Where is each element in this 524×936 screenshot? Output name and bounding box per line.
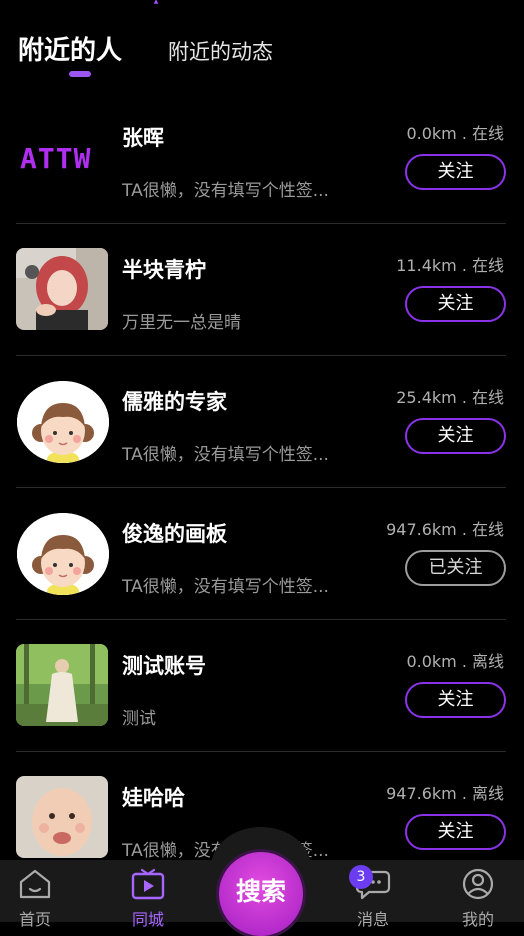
user-name: 半块青柠	[122, 258, 206, 282]
follow-button[interactable]: 关注	[405, 286, 506, 322]
user-signature: TA很懒，没有填写个性签...	[122, 577, 329, 597]
tab-nearby-posts[interactable]: 附近的动态	[168, 36, 273, 66]
search-button[interactable]: 搜索	[219, 852, 303, 936]
tab-nearby-people[interactable]: 附近的人	[18, 30, 122, 67]
avatar[interactable]	[16, 248, 108, 330]
photo-baby	[16, 776, 108, 858]
follow-button[interactable]: 关注	[405, 814, 506, 850]
list-item[interactable]: 半块青柠 万里无一总是晴 11.4km . 在线 关注	[0, 224, 524, 356]
list-item[interactable]: 测试账号 测试 0.0km . 离线 关注	[0, 620, 524, 752]
list-item[interactable]: 儒雅的专家 TA很懒，没有填写个性签... 25.4km . 在线 关注	[0, 356, 524, 488]
list-item[interactable]: ATTW 张晖 TA很懒，没有填写个性签... 0.0km . 在线 关注	[0, 92, 524, 224]
user-signature: TA很懒，没有填写个性签...	[122, 445, 329, 465]
distance-status: 0.0km . 离线	[406, 652, 504, 671]
avatar[interactable]	[16, 776, 108, 858]
distance-status: 947.6km . 在线	[386, 520, 504, 539]
home-icon	[19, 869, 51, 899]
user-name: 张晖	[122, 126, 164, 150]
list-item[interactable]: 俊逸的画板 TA很懒，没有填写个性签... 947.6km . 在线 已关注	[0, 488, 524, 620]
active-tab-indicator	[69, 71, 91, 77]
user-profile-icon	[462, 868, 494, 900]
avatar[interactable]	[16, 644, 108, 726]
tab-messages-label: 消息	[356, 910, 389, 929]
follow-button[interactable]: 关注	[405, 682, 506, 718]
photo-girl-red-hair	[16, 248, 108, 330]
avatar[interactable]	[17, 381, 109, 463]
tab-me-label: 我的	[461, 910, 494, 929]
distance-status: 11.4km . 在线	[396, 256, 504, 275]
user-signature: 测试	[122, 709, 156, 729]
user-name: 儒雅的专家	[122, 390, 227, 414]
distance-status: 947.6km . 离线	[386, 784, 504, 803]
user-signature: TA很懒，没有填写个性签...	[122, 181, 329, 201]
distance-status: 0.0km . 在线	[406, 124, 504, 143]
tab-city-label: 同城	[131, 910, 164, 929]
tv-play-icon	[131, 868, 165, 900]
attw-logo: ATTW	[20, 142, 92, 175]
user-name: 娃哈哈	[122, 786, 185, 810]
photo-outdoor-woman	[16, 644, 108, 726]
messages-unread-badge: 3	[349, 865, 373, 889]
distance-status: 25.4km . 在线	[396, 388, 504, 407]
header-tabs: 附近的人 附近的动态	[18, 28, 418, 88]
cartoon-girl-avatar	[17, 513, 109, 595]
user-name: 俊逸的画板	[122, 522, 227, 546]
tab-home-label: 首页	[18, 910, 51, 929]
followed-button[interactable]: 已关注	[405, 550, 506, 586]
avatar[interactable]	[17, 513, 109, 595]
follow-button[interactable]: 关注	[405, 154, 506, 190]
cartoon-girl-avatar	[17, 381, 109, 463]
user-name: 测试账号	[122, 654, 206, 678]
status-indicator: ▲	[153, 0, 159, 5]
user-signature: 万里无一总是晴	[122, 313, 241, 333]
follow-button[interactable]: 关注	[405, 418, 506, 454]
